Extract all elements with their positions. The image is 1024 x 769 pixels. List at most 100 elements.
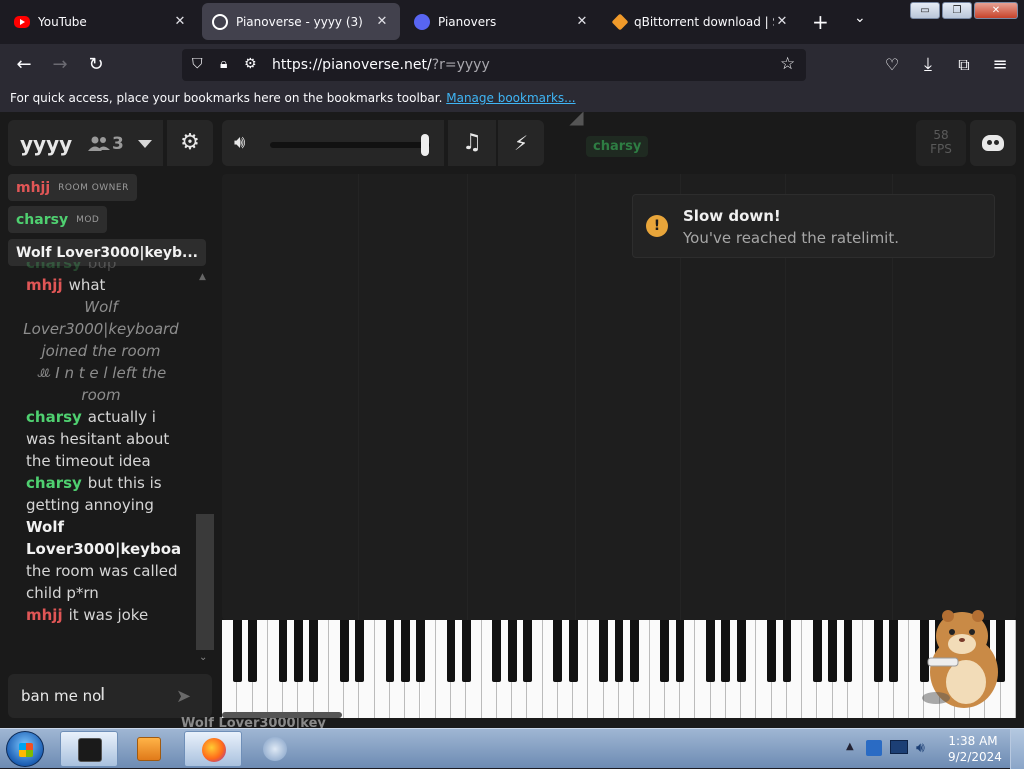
taskbar-app-internet-explorer[interactable]: [246, 731, 304, 767]
octave-divider: [358, 174, 359, 620]
show-desktop-button[interactable]: [1010, 729, 1024, 769]
black-key[interactable]: [385, 620, 395, 682]
discord-button[interactable]: [970, 120, 1016, 166]
close-tab-icon[interactable]: ✕: [172, 14, 188, 29]
network-icon[interactable]: [890, 740, 908, 754]
url-text[interactable]: https://pianoverse.net/?r=yyyy: [272, 57, 490, 73]
black-key[interactable]: [629, 620, 639, 682]
media-player-icon: [137, 737, 161, 761]
chat-scrollbar-thumb[interactable]: [196, 514, 214, 650]
black-key[interactable]: [782, 620, 792, 682]
black-key[interactable]: [400, 620, 410, 682]
bookmark-star-icon[interactable]: ☆: [780, 54, 795, 74]
black-key[interactable]: [248, 620, 257, 682]
permissions-icon[interactable]: ⚙︎: [244, 56, 257, 72]
black-key[interactable]: [874, 620, 883, 682]
extensions-icon[interactable]: ⧉: [954, 55, 974, 75]
back-arrow-icon[interactable]: ←: [14, 55, 34, 75]
black-key[interactable]: [354, 620, 364, 682]
black-key[interactable]: [675, 620, 685, 682]
chat-input[interactable]: ban me no I ➤: [8, 674, 212, 718]
scroll-down-arrow-icon[interactable]: ⌄: [199, 652, 207, 663]
firefox-icon: [202, 738, 226, 762]
black-key[interactable]: [309, 620, 319, 682]
tab-pianoverse-discord[interactable]: Pianovers ✕: [404, 3, 600, 40]
volume-slider-thumb[interactable]: [421, 134, 430, 156]
volume-slider[interactable]: [270, 134, 430, 156]
settings-button[interactable]: ⚙: [167, 120, 213, 166]
black-key[interactable]: [568, 620, 578, 682]
downloads-icon[interactable]: ⤓: [918, 55, 938, 75]
black-key[interactable]: [553, 620, 563, 682]
toast-title: Slow down!: [683, 207, 781, 225]
black-key[interactable]: [843, 620, 853, 682]
black-key[interactable]: [416, 620, 425, 682]
maximize-button[interactable]: ❐: [942, 2, 972, 19]
black-key[interactable]: [614, 620, 624, 682]
black-key[interactable]: [492, 620, 502, 682]
black-key[interactable]: [767, 620, 777, 682]
black-key[interactable]: [293, 620, 303, 682]
black-key[interactable]: [232, 620, 242, 682]
black-key[interactable]: [599, 620, 609, 682]
close-tab-icon[interactable]: ✕: [374, 14, 390, 29]
black-key[interactable]: [706, 620, 716, 682]
volume-tray-icon[interactable]: 🔊︎: [916, 740, 925, 756]
speaker-icon[interactable]: 🔊︎: [234, 132, 245, 153]
black-key[interactable]: [828, 620, 838, 682]
black-key[interactable]: [278, 620, 288, 682]
tab-pianoverse[interactable]: Pianoverse - yyyy (3) ✕: [202, 3, 400, 40]
black-key[interactable]: [446, 620, 456, 682]
start-button[interactable]: [6, 731, 44, 767]
lock-icon[interactable]: 🔒︎: [220, 56, 227, 72]
tab-youtube[interactable]: YouTube ✕: [4, 3, 198, 40]
chat-log[interactable]: charsy bup mhjj what Wolf Lover3000|keyboa…: [20, 262, 182, 654]
url-bar[interactable]: ⛉ 🔒︎ ⚙︎ https://pianoverse.net/?r=yyyy ☆: [182, 49, 806, 81]
forward-arrow-icon[interactable]: →: [50, 55, 70, 75]
gear-icon: ⚙: [180, 130, 200, 155]
black-key[interactable]: [461, 620, 471, 682]
url-host: https://pianoverse.net/: [272, 57, 432, 73]
send-icon[interactable]: ➤: [176, 686, 191, 707]
room-selector[interactable]: yyyy 3: [8, 120, 163, 166]
octave-divider: [575, 174, 576, 620]
tray-app-icon[interactable]: [866, 740, 882, 756]
pocket-icon[interactable]: ♡: [882, 55, 902, 75]
black-key[interactable]: [507, 620, 517, 682]
black-key[interactable]: [736, 620, 746, 682]
black-key[interactable]: [660, 620, 670, 682]
close-window-button[interactable]: ✕: [974, 2, 1018, 19]
list-all-tabs-button[interactable]: ⌄: [854, 10, 866, 26]
user-list-item[interactable]: mhjj ROOM OWNER: [8, 174, 137, 201]
minimize-button[interactable]: ▭: [910, 2, 940, 19]
tab-qbittorrent[interactable]: qBittorrent download | Sou ✕: [604, 3, 800, 40]
taskbar-app-media-player[interactable]: [120, 731, 178, 767]
user-list-item[interactable]: charsy MOD: [8, 206, 108, 233]
piano-keyboard[interactable]: [222, 620, 1016, 718]
url-query: ?r=yyyy: [431, 57, 490, 73]
system-clock[interactable]: 1:38 AM 9/2/2024: [948, 733, 1002, 765]
black-key[interactable]: [813, 620, 822, 682]
taskbar-app-firefox[interactable]: [184, 731, 242, 767]
chat-author: charsy: [26, 408, 82, 426]
pianoverse-icon: [212, 13, 228, 30]
shield-icon[interactable]: ⛉: [192, 56, 203, 72]
close-tab-icon[interactable]: ✕: [574, 14, 590, 29]
navigation-toolbar: ← → ↻ ⛉ 🔒︎ ⚙︎ https://pianoverse.net/?r=…: [0, 44, 1024, 86]
reload-icon[interactable]: ↻: [86, 55, 106, 75]
black-key[interactable]: [889, 620, 899, 682]
menu-icon[interactable]: ≡: [990, 55, 1010, 75]
scroll-up-arrow-icon[interactable]: ▲: [199, 272, 206, 282]
user-name: mhjj: [16, 179, 51, 196]
taskbar-app-terminal[interactable]: [60, 731, 118, 767]
close-tab-icon[interactable]: ✕: [774, 14, 790, 29]
black-key[interactable]: [522, 620, 532, 682]
manage-bookmarks-link[interactable]: Manage bookmarks...: [446, 91, 575, 105]
new-tab-button[interactable]: +: [812, 10, 829, 34]
black-key[interactable]: [721, 620, 731, 682]
midi-devices-button[interactable]: ⚡︎: [498, 120, 544, 166]
show-hidden-icons-icon[interactable]: ▲: [846, 741, 854, 752]
black-key[interactable]: [339, 620, 349, 682]
piano-scrollbar[interactable]: [222, 712, 342, 718]
instrument-button[interactable]: ♫: [448, 120, 496, 166]
